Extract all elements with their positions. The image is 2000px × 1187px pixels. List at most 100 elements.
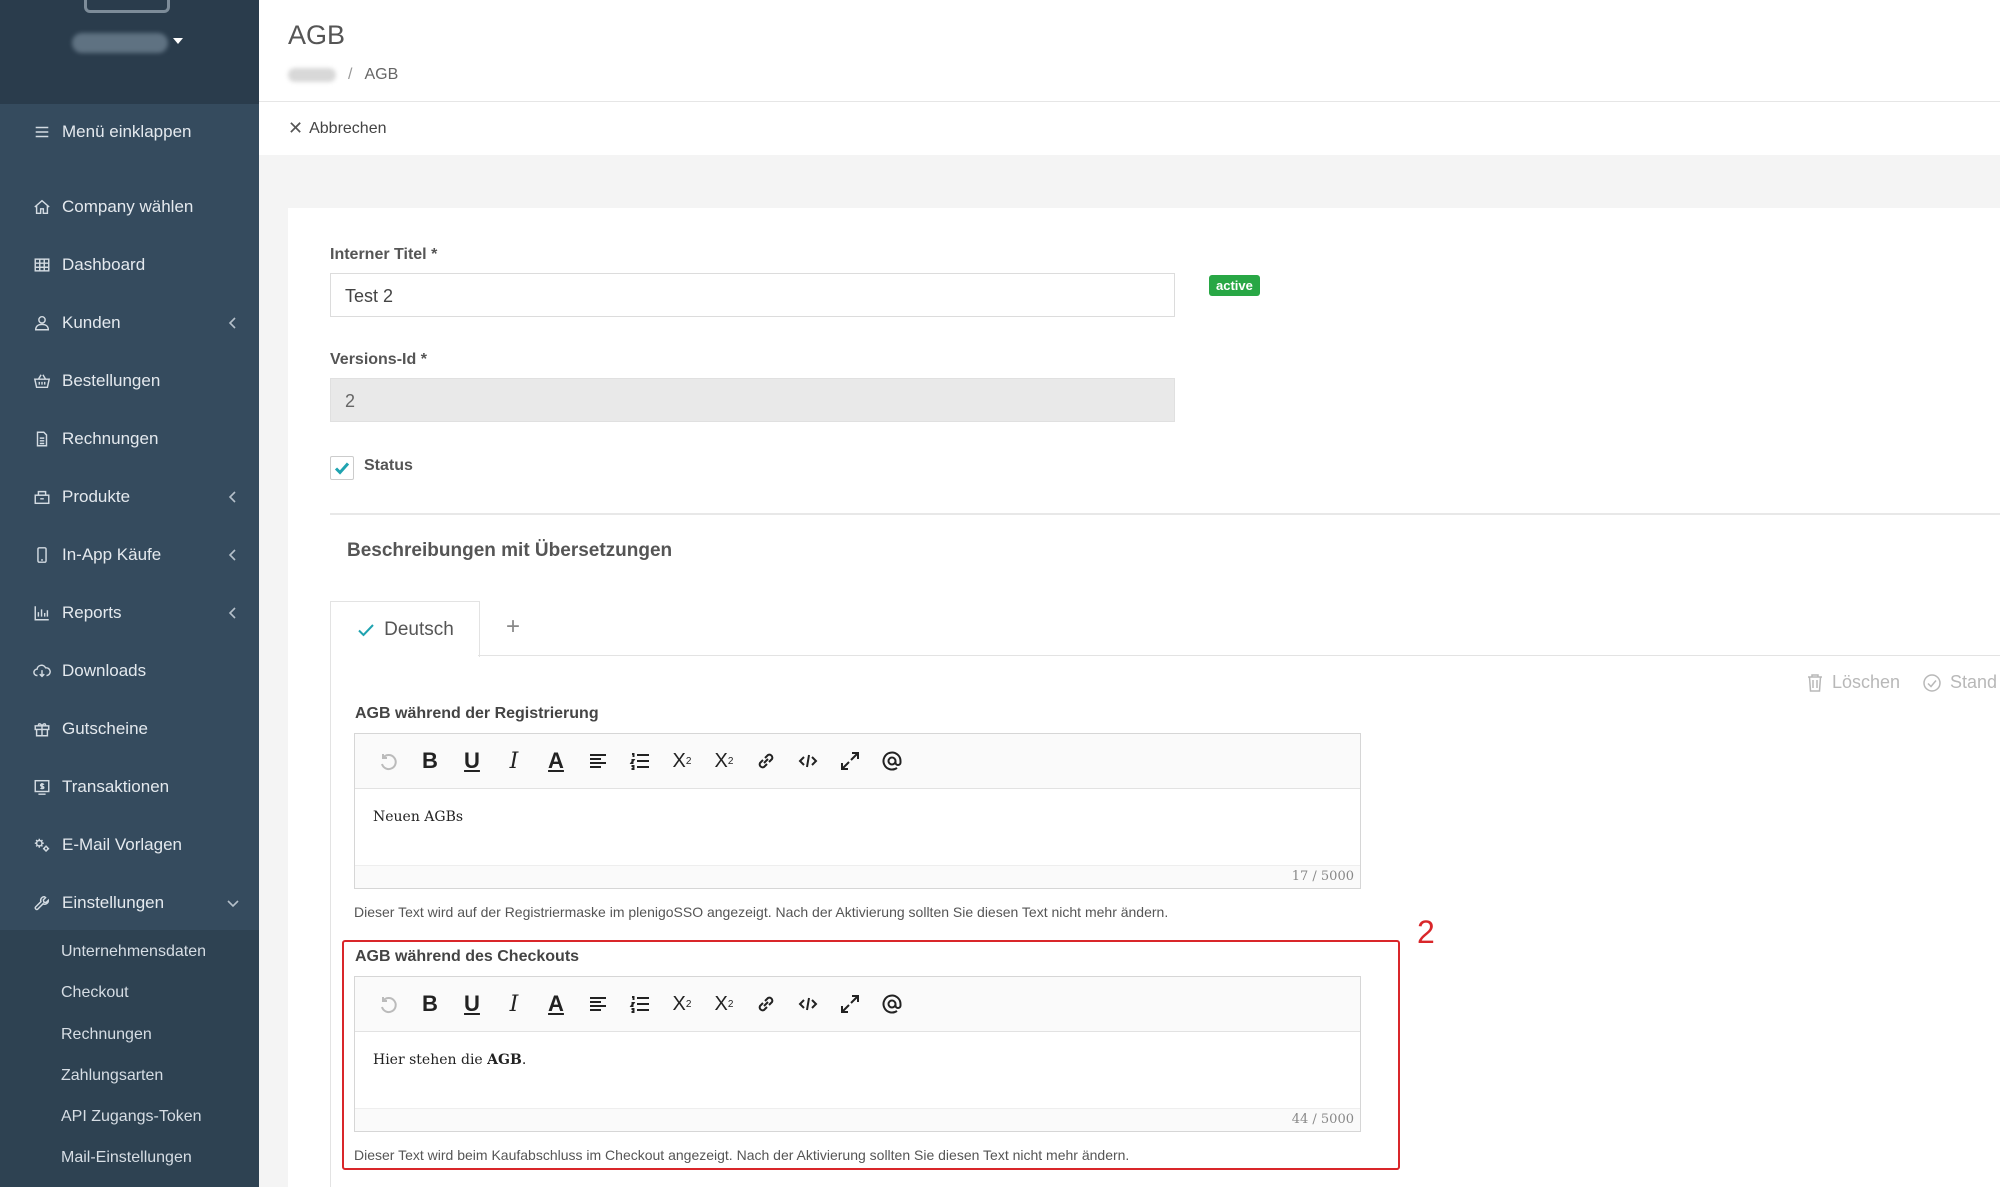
sidebar-item-produkte[interactable]: Produkte (0, 477, 259, 517)
version-label: Versions-Id * (330, 351, 427, 368)
registration-editor-content[interactable]: Neuen AGBs (355, 789, 1360, 865)
font-color-button[interactable]: A (535, 744, 577, 778)
check-circle-icon (1923, 673, 1941, 692)
phone-icon (32, 545, 52, 565)
subscript-button[interactable]: X2 (661, 744, 703, 778)
breadcrumb-current: AGB (364, 66, 399, 83)
mention-button[interactable] (871, 744, 913, 778)
box-icon (32, 487, 52, 507)
sidebar-item-label: Kunden (62, 313, 121, 332)
underline-button[interactable]: U (451, 744, 493, 778)
sidebar-subitem-checkout[interactable]: Checkout (61, 981, 129, 1005)
action-toolbar: ✕ Abbrechen (259, 102, 2000, 155)
sidebar-item-label: Rechnungen (62, 429, 159, 448)
delete-button[interactable]: Löschen (1806, 672, 1900, 693)
default-button[interactable]: Stand (1922, 672, 1997, 693)
superscript-button[interactable]: X2 (703, 744, 745, 778)
at-icon (882, 751, 902, 771)
undo-button[interactable] (367, 744, 409, 778)
dollar-icon (32, 777, 52, 797)
close-icon: ✕ (288, 118, 304, 138)
default-label: Stand (1950, 672, 1998, 692)
ordered-list-button[interactable] (619, 744, 661, 778)
menu-icon (32, 122, 52, 142)
sidebar-item-label: Produkte (62, 487, 131, 506)
expand-icon (841, 752, 859, 770)
chevron-down-icon (225, 895, 241, 911)
home-icon (32, 197, 52, 217)
sidebar-item-email-vorlagen[interactable]: E-Mail Vorlagen (0, 825, 259, 865)
fullscreen-button[interactable] (829, 744, 871, 778)
subscript-icon: 2 (685, 755, 692, 767)
cloud-download-icon (32, 661, 52, 681)
sidebar-item-kunden[interactable]: Kunden (0, 303, 259, 343)
page-header: AGB / AGB (259, 0, 2000, 102)
bar-chart-icon (32, 603, 52, 623)
status-label: Status (364, 457, 413, 474)
chevron-left-icon (225, 315, 241, 331)
checkmark-icon (334, 462, 350, 475)
sidebar-item-label: Gutscheine (62, 719, 148, 738)
sidebar-item-rechnungen[interactable]: Rechnungen (0, 419, 259, 459)
breadcrumb-separator: / (348, 66, 353, 83)
registration-editor: B U I A X2 X2 Neuen AGBs 17 / 5000 (354, 733, 1361, 889)
sidebar-item-transaktionen[interactable]: Transaktionen (0, 767, 259, 807)
caret-down-icon[interactable] (173, 38, 183, 44)
sidebar-subitem-zahlungsarten[interactable]: Zahlungsarten (61, 1064, 163, 1088)
link-button[interactable] (745, 744, 787, 778)
italic-button[interactable]: I (493, 744, 535, 778)
sidebar-item-label: Einstellungen (62, 893, 165, 912)
code-button[interactable] (787, 744, 829, 778)
sidebar-submenu: Unternehmensdaten Checkout Rechnungen Za… (0, 930, 259, 1187)
sidebar-item-label: In-App Käufe (62, 545, 162, 564)
logo (84, 0, 170, 13)
page-title: AGB (288, 20, 346, 50)
tab-label: Deutsch (384, 618, 454, 640)
sidebar-item-dashboard[interactable]: Dashboard (0, 245, 259, 285)
title-label: Interner Titel * (330, 246, 438, 263)
add-language-button[interactable]: + (506, 613, 520, 641)
superscript-icon: 2 (727, 755, 734, 767)
version-input[interactable]: 2 (330, 378, 1175, 422)
wrench-icon (32, 893, 52, 913)
chevron-left-icon (225, 547, 241, 563)
sidebar-item-label: Company wählen (62, 197, 194, 216)
sidebar-item-gutscheine[interactable]: Gutscheine (0, 709, 259, 749)
sidebar-item-company[interactable]: Company wählen (0, 187, 259, 227)
sidebar-item-label: Reports (62, 603, 122, 622)
sidebar-item-bestellungen[interactable]: Bestellungen (0, 361, 259, 401)
registration-editor-label: AGB während der Registrierung (355, 705, 599, 722)
delete-label: Löschen (1832, 672, 1901, 692)
cancel-button[interactable]: ✕ Abbrechen (288, 118, 386, 139)
basket-icon (32, 371, 52, 391)
menu-collapse-button[interactable]: Menü einklappen (0, 112, 259, 152)
editor-toolbar: B U I A X2 X2 (355, 734, 1360, 789)
status-badge: active (1209, 275, 1260, 296)
sidebar-item-label: Dashboard (62, 255, 146, 274)
sidebar-subitem-rechnungen[interactable]: Rechnungen (61, 1023, 152, 1047)
align-button[interactable] (577, 744, 619, 778)
sidebar-item-einstellungen[interactable]: Einstellungen (0, 883, 259, 923)
sidebar-item-downloads[interactable]: Downloads (0, 651, 259, 691)
divider (330, 513, 2000, 515)
gift-icon (32, 719, 52, 739)
registration-help-text: Dieser Text wird auf der Registriermaske… (354, 904, 1169, 920)
section-title: Beschreibungen mit Übersetzungen (347, 540, 673, 561)
tab-deutsch[interactable]: Deutsch (330, 601, 480, 657)
link-icon (758, 753, 774, 769)
code-icon (798, 754, 818, 768)
breadcrumb-home[interactable] (288, 68, 336, 82)
status-checkbox[interactable] (330, 456, 354, 480)
bold-button[interactable]: B (409, 744, 451, 778)
user-icon (32, 313, 52, 333)
sidebar-subitem-unternehmensdaten[interactable]: Unternehmensdaten (61, 940, 206, 964)
cancel-label: Abbrechen (309, 119, 387, 137)
sidebar-header (0, 0, 259, 104)
sidebar-item-inapp[interactable]: In-App Käufe (0, 535, 259, 575)
align-left-icon (590, 754, 606, 768)
title-input[interactable]: Test 2 (330, 273, 1175, 317)
user-name[interactable] (72, 33, 168, 53)
sidebar-subitem-mail-einstellungen[interactable]: Mail-Einstellungen (61, 1146, 192, 1170)
sidebar-subitem-api-token[interactable]: API Zugangs-Token (61, 1105, 202, 1129)
sidebar-item-reports[interactable]: Reports (0, 593, 259, 633)
